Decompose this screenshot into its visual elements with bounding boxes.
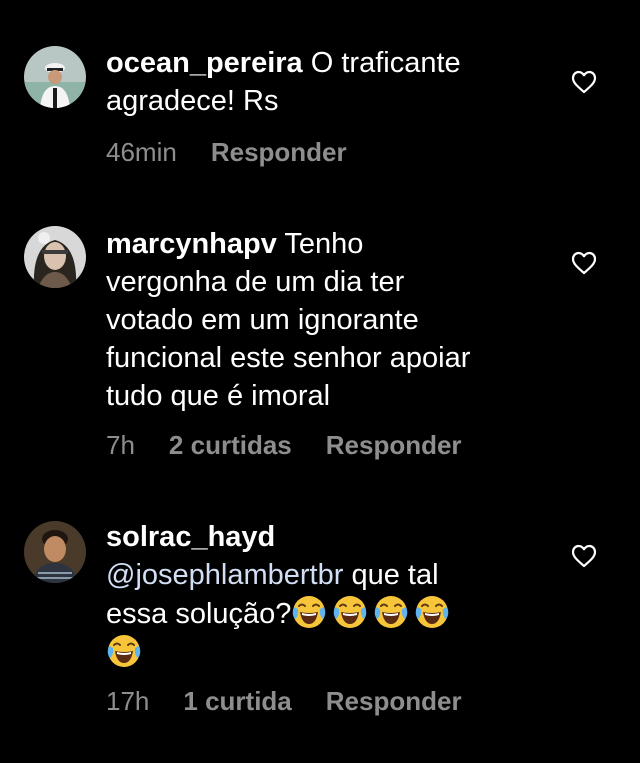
comment-meta: 17h 1 curtida Responder [106, 686, 462, 716]
face-with-tears-of-joy-icon [332, 594, 368, 630]
avatar-man-image [24, 521, 86, 583]
face-with-tears-of-joy-icon [106, 633, 142, 669]
mention-link[interactable]: @josephlambertbr [106, 559, 343, 591]
comment-item: solrac_hayd @josephlambertbr que tal ess… [0, 0, 640, 740]
avatar[interactable] [24, 521, 86, 583]
comment-username[interactable]: solrac_hayd [106, 521, 275, 553]
face-with-tears-of-joy-icon [373, 594, 409, 630]
comment-text-line: essa solução? [106, 598, 292, 630]
face-with-tears-of-joy-icon [414, 594, 450, 630]
heart-outline-icon[interactable] [571, 544, 597, 568]
reply-button[interactable]: Responder [326, 686, 462, 716]
face-with-tears-of-joy-icon [291, 594, 327, 630]
comment-text: solrac_hayd @josephlambertbr que tal ess… [106, 518, 536, 672]
comment-text-line: que tal [351, 559, 439, 591]
comment-timestamp: 17h [106, 686, 150, 716]
likes-count[interactable]: 1 curtida [183, 686, 291, 716]
